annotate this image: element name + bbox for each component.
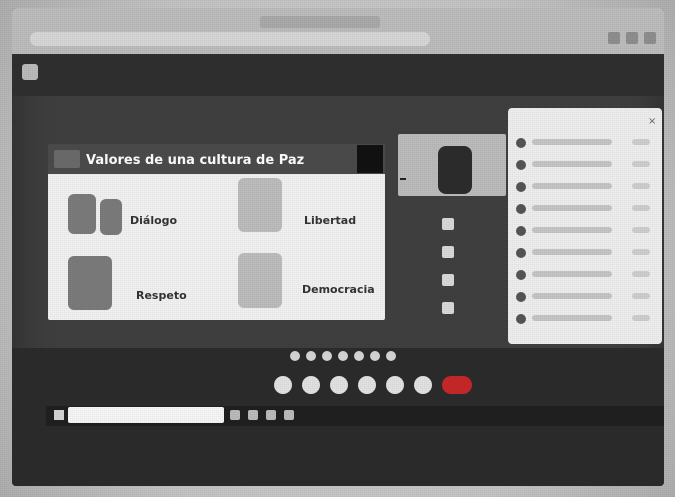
reaction-icon[interactable] <box>306 351 316 361</box>
participant-name <box>532 293 612 299</box>
meet-avatar[interactable] <box>22 64 38 80</box>
participant-name <box>532 227 612 233</box>
value-respeto: Respeto <box>136 289 187 302</box>
camera-button[interactable] <box>302 376 320 394</box>
reaction-icon[interactable] <box>354 351 364 361</box>
mic-icon <box>516 248 526 258</box>
slide-badge <box>357 145 383 173</box>
participant-row[interactable] <box>516 136 656 154</box>
raise-hand-button[interactable] <box>386 376 404 394</box>
participant-meta <box>632 161 650 167</box>
slide-logo <box>54 150 80 168</box>
dialogue-illustration-2 <box>100 199 122 235</box>
reaction-icon[interactable] <box>386 351 396 361</box>
taskbar-app-icon[interactable] <box>248 410 258 420</box>
participant-icon[interactable] <box>442 246 454 258</box>
reaction-icon[interactable] <box>322 351 332 361</box>
taskbar-app-icon[interactable] <box>284 410 294 420</box>
side-controls <box>442 218 454 314</box>
democracy-illustration <box>238 253 282 308</box>
close-icon[interactable]: × <box>648 116 656 127</box>
value-libertad: Libertad <box>304 214 357 227</box>
more-options-button[interactable] <box>414 376 432 394</box>
value-dialogo: Diálogo <box>130 214 178 227</box>
taskbar-app-icon[interactable] <box>266 410 276 420</box>
participant-name <box>532 161 612 167</box>
participant-name <box>532 315 612 321</box>
dialogue-illustration <box>68 194 96 234</box>
participant-meta <box>632 315 650 321</box>
participant-meta <box>632 205 650 211</box>
taskbar-app-icon[interactable] <box>230 410 240 420</box>
reaction-bar <box>290 351 396 361</box>
mic-icon <box>516 204 526 214</box>
present-button[interactable] <box>358 376 376 394</box>
participant-row[interactable] <box>516 312 656 330</box>
mic-icon <box>516 314 526 324</box>
start-icon[interactable] <box>54 410 64 420</box>
reaction-icon[interactable] <box>290 351 300 361</box>
liberty-illustration <box>238 178 282 232</box>
respect-illustration <box>68 256 112 310</box>
mic-icon <box>516 160 526 170</box>
photo-frame: Valores de una cultura de Paz Diálogo Li… <box>0 0 675 497</box>
mic-icon <box>516 226 526 236</box>
participant-row[interactable] <box>516 224 656 242</box>
monitor-screen: Valores de una cultura de Paz Diálogo Li… <box>12 8 664 486</box>
value-democracia: Democracia <box>302 283 375 296</box>
raise-hand-icon[interactable] <box>442 274 454 286</box>
participant-name <box>532 249 612 255</box>
mic-button[interactable] <box>274 376 292 394</box>
browser-titlebar <box>12 8 664 54</box>
participant-row[interactable] <box>516 202 656 220</box>
participant-meta <box>632 271 650 277</box>
reaction-icon[interactable] <box>338 351 348 361</box>
participant-name <box>532 183 612 189</box>
browser-right-icons <box>608 32 656 44</box>
mic-icon <box>516 292 526 302</box>
close-icon[interactable] <box>442 218 454 230</box>
address-bar[interactable] <box>30 32 430 46</box>
extension-icon[interactable] <box>608 32 620 44</box>
leave-call-button[interactable] <box>442 376 472 394</box>
participant-meta <box>632 227 650 233</box>
participant-name <box>532 205 612 211</box>
participant-meta <box>632 249 650 255</box>
participant-name <box>532 139 612 145</box>
meet-top-bar <box>12 54 664 96</box>
participant-meta <box>632 139 650 145</box>
captions-button[interactable] <box>330 376 348 394</box>
profile-icon[interactable] <box>626 32 638 44</box>
taskbar-search[interactable] <box>68 407 224 423</box>
participant-meta <box>632 293 650 299</box>
mic-icon <box>516 182 526 192</box>
reaction-icon[interactable] <box>370 351 380 361</box>
participant-name <box>532 271 612 277</box>
slide-title: Valores de una cultura de Paz <box>86 153 305 168</box>
participant-meta <box>632 183 650 189</box>
participant-row[interactable] <box>516 290 656 308</box>
participant-row[interactable] <box>516 180 656 198</box>
video-label <box>400 178 406 180</box>
fullscreen-icon[interactable] <box>442 302 454 314</box>
participant-row[interactable] <box>516 158 656 176</box>
participant-row[interactable] <box>516 268 656 286</box>
taskbar-icons <box>230 410 294 420</box>
menu-icon[interactable] <box>644 32 656 44</box>
participant-row[interactable] <box>516 246 656 264</box>
mic-icon <box>516 138 526 148</box>
meeting-controls <box>274 376 472 394</box>
browser-title <box>260 16 380 28</box>
video-person <box>438 146 472 194</box>
mic-icon <box>516 270 526 280</box>
